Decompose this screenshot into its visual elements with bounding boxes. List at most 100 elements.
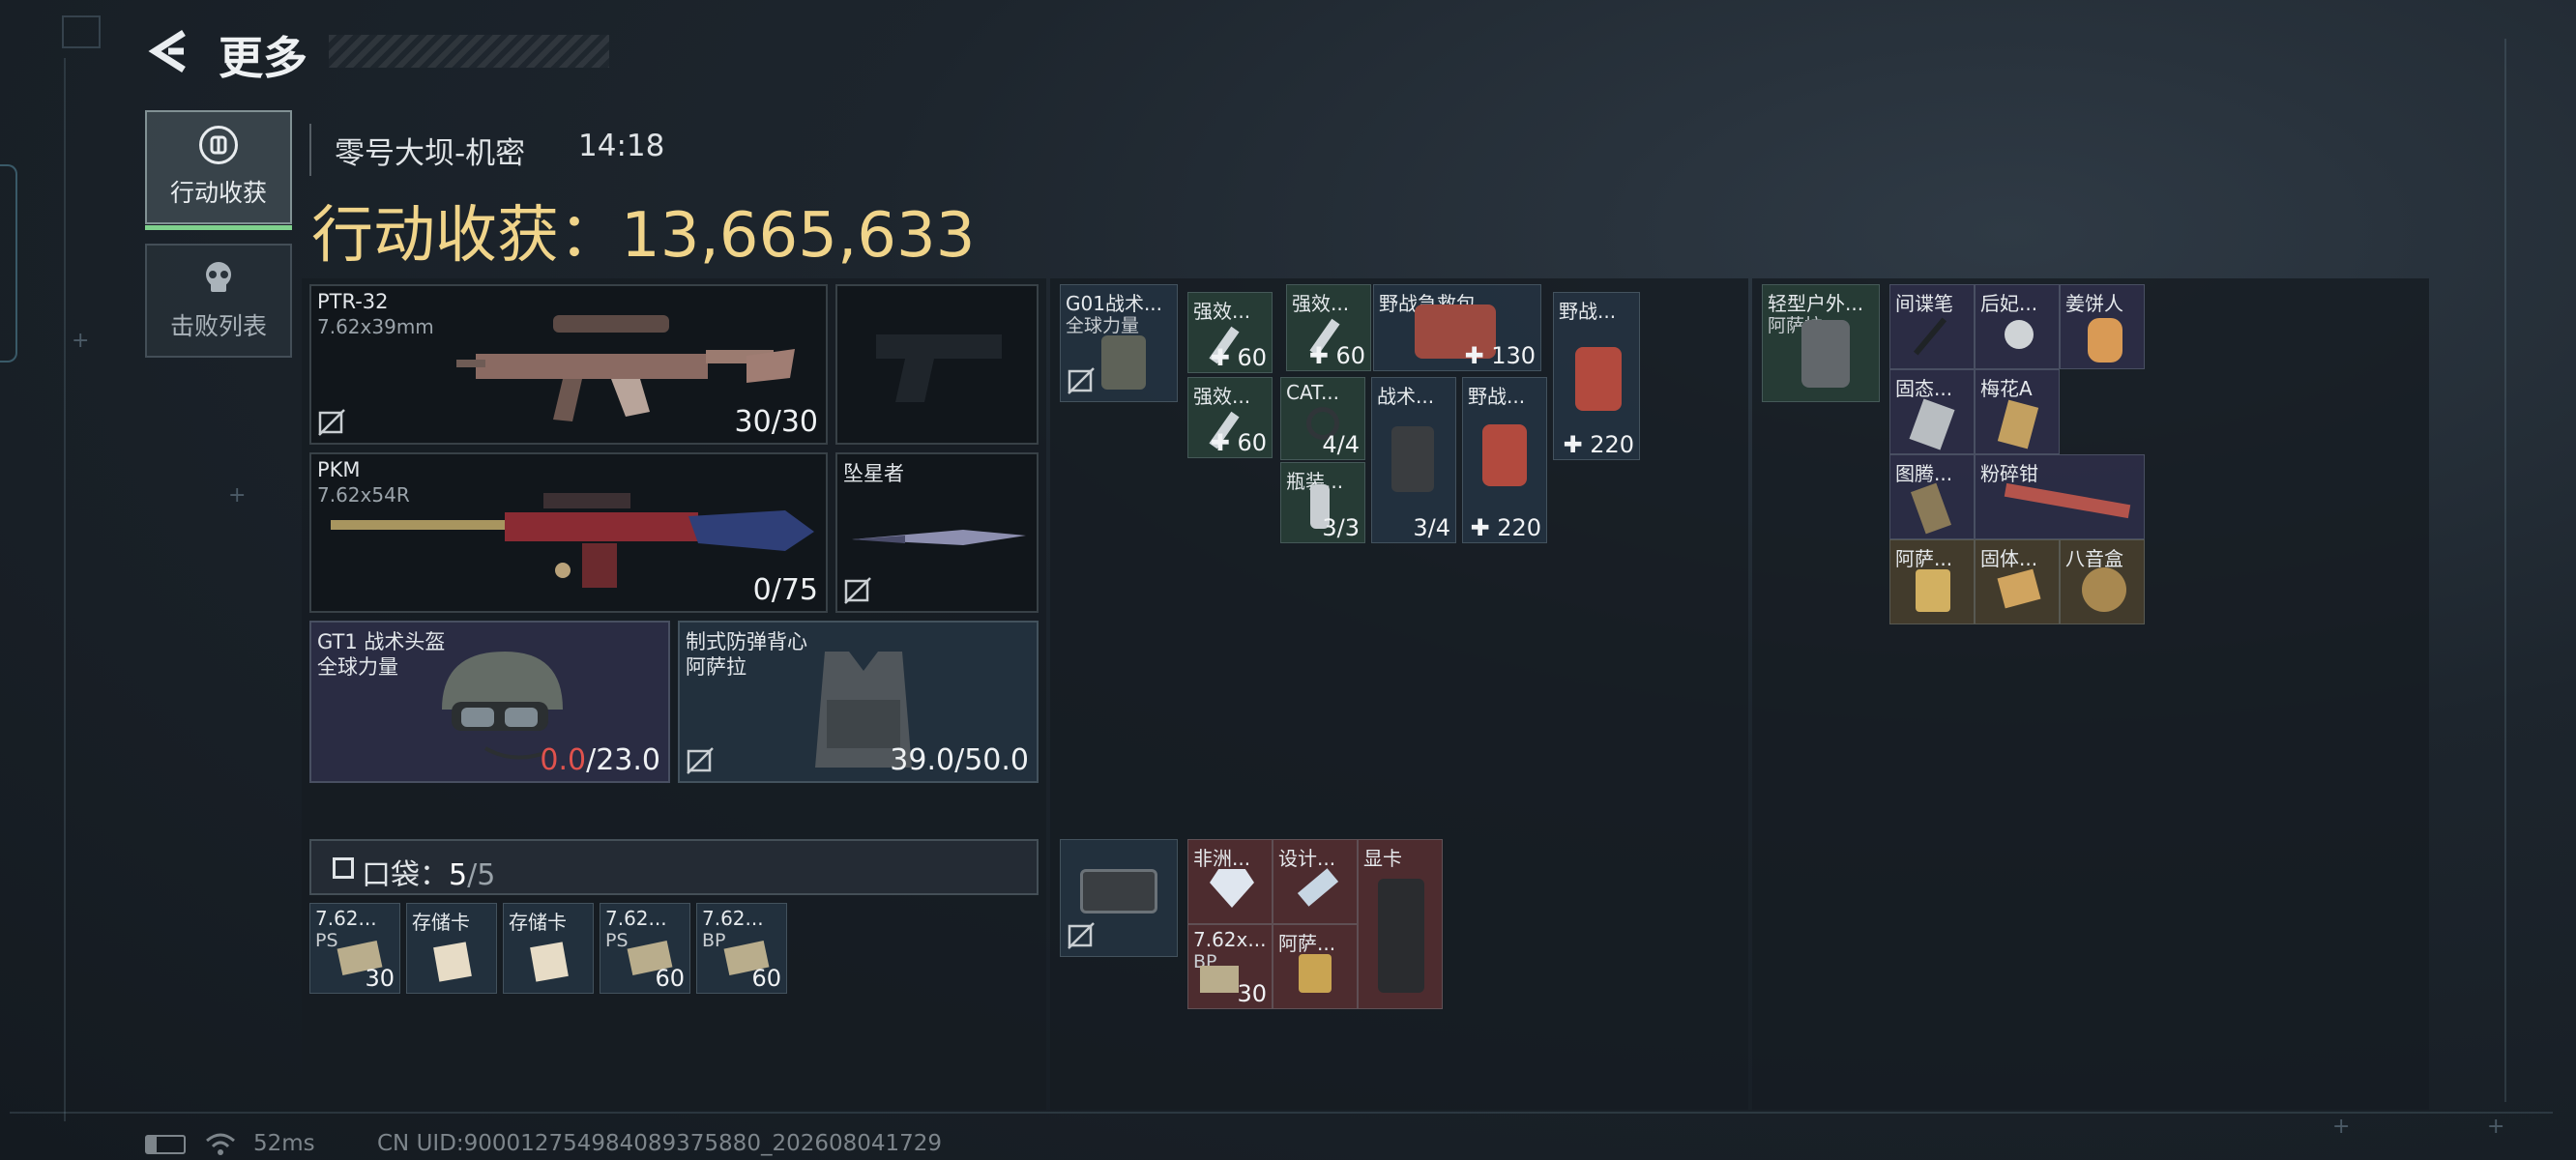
tab-loot-label: 行动收获 [169,179,267,207]
safe-item[interactable]: 显卡 [1358,839,1443,1009]
chest-rig-slot[interactable]: G01战术... 全球力量 [1060,284,1178,402]
pliers-icon [2004,482,2131,519]
ammo-count: 0/75 [752,573,818,607]
weapon-slot-secondary[interactable]: PKM 7.62x54R 0/75 [309,452,828,613]
pocket-item[interactable]: 存储卡 [406,903,497,994]
helmet-durability-max: /23.0 [586,743,660,777]
diamond-icon [1210,869,1254,908]
backpack-item[interactable]: 固体... [1975,539,2060,624]
safe-box-slot[interactable] [1060,839,1178,957]
pocket-item[interactable]: 7.62... BP 60 [696,903,787,994]
item-count-row: ✚ 60 [1210,344,1267,371]
frame-line [10,1112,2553,1114]
backpack-item[interactable]: 姜饼人 [2060,284,2145,369]
no-trade-icon [318,409,345,436]
backpack-slot[interactable]: 轻型户外... 阿萨拉 [1762,284,1880,402]
loot-value-label: 行动收获： [311,200,621,272]
melee-slot[interactable]: 坠星者 [835,452,1039,613]
armor-slot[interactable]: 制式防弹背心 阿萨拉 39.0/50.0 [678,621,1039,783]
pocket-item[interactable]: 7.62... PS 30 [309,903,400,994]
totem-icon [1910,482,1952,535]
backpack-item[interactable]: 梅花A [1975,369,2060,454]
rig-item[interactable]: 强效... ✚ 60 [1187,377,1273,458]
backpack-item[interactable]: 八音盒 [2060,539,2145,624]
gingerbread-icon [2088,318,2122,362]
pocket-item[interactable]: 7.62... PS 60 [600,903,690,994]
weapon-caliber: 7.62x39mm [317,315,434,338]
rig-item[interactable]: 强效... ✚ 60 [1187,292,1273,373]
backpack-icon [1801,320,1850,388]
item-name: 后妃... [1980,292,2038,315]
rig-item[interactable]: 战术... 3/4 [1371,377,1456,543]
ammo-box-icon [1200,966,1239,993]
melee-name: 坠星者 [843,462,904,485]
item-count: 60 [1335,342,1365,369]
item-sub: PS [605,930,629,951]
safe-item[interactable]: 设计... [1273,839,1358,924]
item-name: 梅花A [1980,377,2033,400]
loot-icon [199,126,238,164]
sidearm-slot[interactable] [835,284,1039,445]
rig-item[interactable]: 野战急救包 ✚ 130 [1373,284,1541,371]
memory-card-icon [530,942,569,982]
backpack-item[interactable]: 固态... [1889,369,1975,454]
rig-item[interactable]: 强效... ✚ 60 [1286,284,1371,371]
pocket-header: 口袋：5/5 [309,839,1039,895]
rig-item[interactable]: CAT... 4/4 [1280,377,1365,460]
title-decoration [329,35,609,68]
fuel-icon [1997,568,2041,609]
backpack-item[interactable]: 粉碎钳 [1975,454,2145,539]
item-count: 60 [1237,344,1267,371]
armor-brand: 阿萨拉 [686,655,746,679]
ping-value: 52ms [253,1131,315,1156]
pen-icon [1913,317,1947,356]
pocket-total: /5 [467,858,496,892]
backpack-item[interactable]: 阿萨... [1889,539,1975,624]
armor-durability: 39.0/50.0 [890,743,1029,777]
item-name: 非洲... [1193,847,1251,870]
backpack-item[interactable]: 间谍笔 [1889,284,1975,369]
backpack-panel [1752,278,2429,1110]
back-button[interactable] [145,27,191,75]
item-count-row: ✚ 220 [1563,431,1634,458]
item-name: 战术... [1377,385,1435,408]
safe-item[interactable]: 7.62x... BP 30 [1187,924,1273,1009]
item-name: 显卡 [1363,847,1402,870]
rig-item[interactable]: 瓶装... 3/3 [1280,462,1365,543]
back-arrow-icon [148,30,186,72]
crosshair-icon: + [2487,1115,2505,1139]
case-icon [1080,869,1157,914]
item-count-row: ✚ 130 [1464,342,1536,369]
blueprint-icon [1297,868,1339,907]
item-name: 设计... [1278,847,1336,870]
safe-item[interactable]: 阿萨... [1273,924,1358,1009]
item-count-row: ✚ 220 [1470,514,1541,541]
backpack-item[interactable]: 图腾... [1889,454,1975,539]
item-sub: BP [702,930,726,951]
item-name: 7.62... [702,907,764,930]
item-count: 60 [1237,429,1267,456]
weapon-slot-primary[interactable]: PTR-32 7.62x39mm 30/30 [309,284,828,445]
tab-defeated-label: 击败列表 [169,312,267,340]
pocket-item[interactable]: 存储卡 [503,903,594,994]
no-trade-icon [1068,922,1095,949]
safe-item[interactable]: 非洲... [1187,839,1273,924]
item-count: 220 [1497,514,1541,541]
no-trade-icon [687,747,714,774]
medkit-icon [1575,347,1622,411]
item-name: 八音盒 [2065,547,2123,570]
rig-item[interactable]: 野战... ✚ 220 [1553,292,1640,460]
item-name: 间谍笔 [1895,292,1953,315]
pocket-used: 5 [449,858,468,892]
pocket-label: 口袋： [362,858,449,892]
tab-defeated-list[interactable]: 击败列表 [145,244,292,358]
backpack-item[interactable]: 后妃... [1975,284,2060,369]
ssd-icon [1909,398,1955,450]
rig-item[interactable]: 野战... ✚ 220 [1462,377,1547,543]
item-name: 固态... [1895,377,1953,400]
tab-loot[interactable]: 行动收获 [145,110,292,230]
cup-icon [1299,954,1332,993]
item-count-row: ✚ 60 [1308,342,1365,369]
item-name: 图腾... [1895,462,1953,485]
helmet-slot[interactable]: GT1 战术头盔 全球力量 0.0/23.0 [309,621,670,783]
